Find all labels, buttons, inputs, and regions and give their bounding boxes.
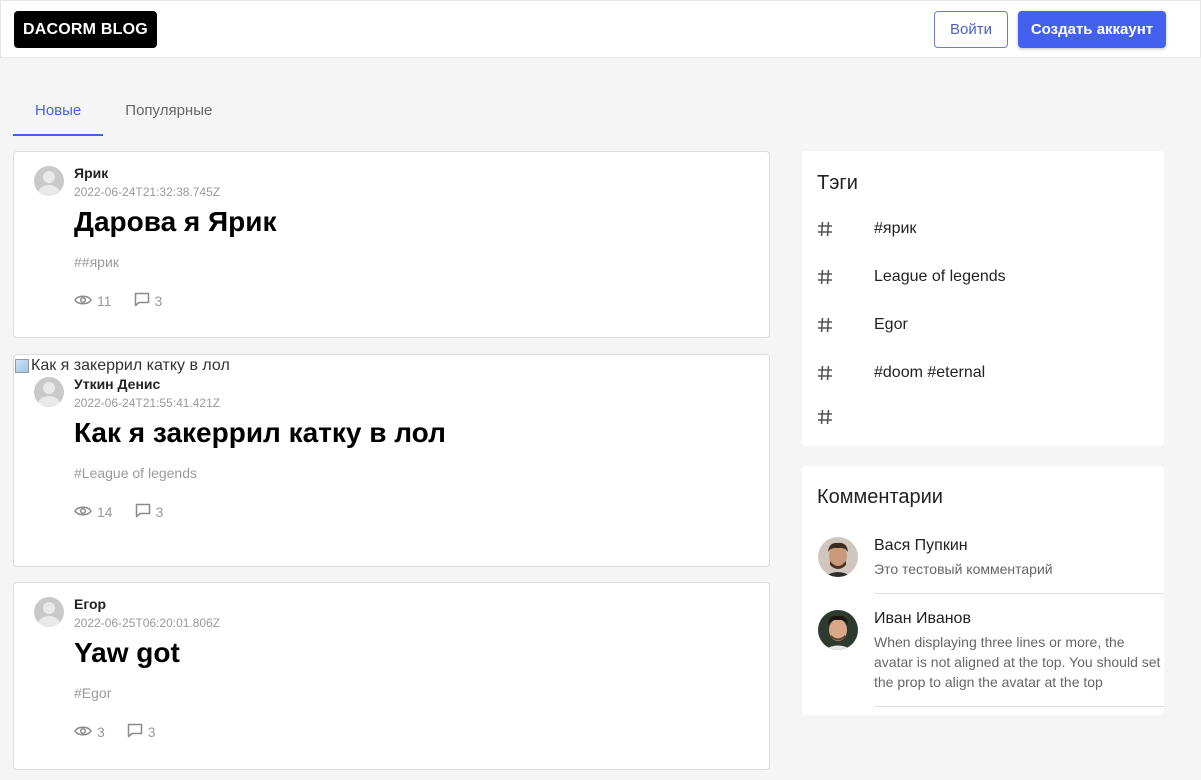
comments-panel-title: Комментарии bbox=[817, 486, 943, 508]
post-title[interactable]: Дарова я Ярик bbox=[14, 204, 769, 240]
post-author: Ярик bbox=[74, 165, 109, 181]
tag-item[interactable]: #doom #eternal bbox=[817, 364, 985, 382]
tag-item[interactable] bbox=[817, 409, 874, 425]
comment-author: Иван Иванов bbox=[874, 610, 971, 627]
comment-bubble-icon bbox=[127, 723, 148, 741]
hash-icon bbox=[817, 317, 874, 333]
post-author: Уткин Денис bbox=[74, 376, 161, 392]
logo[interactable]: DACORM BLOG bbox=[14, 11, 157, 48]
comment-item[interactable]: Иван Иванов When displaying three lines … bbox=[817, 610, 1164, 690]
eye-icon bbox=[74, 724, 97, 740]
comment-item[interactable]: Вася Пупкин Это тестовый комментарий bbox=[817, 537, 1164, 587]
tag-label: Egor bbox=[874, 316, 908, 333]
avatar bbox=[34, 166, 64, 196]
post-meta: 3 3 bbox=[14, 723, 769, 741]
hash-icon bbox=[817, 269, 874, 285]
tab-popular[interactable]: Популярные bbox=[103, 88, 234, 136]
tag-label: #ярик bbox=[874, 220, 917, 237]
post-card[interactable]: Ярик 2022-06-24T21:32:38.745Z Дарова я Я… bbox=[13, 151, 770, 338]
divider bbox=[875, 706, 1164, 707]
post-author-row: Уткин Денис 2022-06-24T21:55:41.421Z bbox=[14, 363, 769, 415]
tag-label: #doom #eternal bbox=[874, 364, 986, 381]
comment-text: When displaying three lines or more, the… bbox=[874, 634, 1161, 690]
post-card[interactable]: Как я закеррил катку в лол Уткин Денис 2… bbox=[13, 354, 770, 567]
comments-count: 3 bbox=[127, 723, 156, 741]
comment-bubble-icon bbox=[135, 503, 156, 521]
avatar bbox=[34, 597, 64, 627]
post-title[interactable]: Как я закеррил катку в лол bbox=[14, 415, 769, 451]
eye-icon bbox=[74, 293, 97, 309]
post-author-row: Егор 2022-06-25T06:20:01.806Z bbox=[14, 583, 769, 635]
tags-panel-title: Тэги bbox=[817, 172, 858, 194]
tag-item[interactable]: Egor bbox=[817, 316, 908, 334]
avatar bbox=[34, 377, 64, 407]
feed-tabs: Новые Популярные bbox=[13, 88, 234, 136]
tag-label: League of legends bbox=[874, 268, 1006, 285]
post-author-row: Ярик 2022-06-24T21:32:38.745Z bbox=[14, 152, 769, 204]
eye-icon bbox=[74, 504, 97, 520]
post-date: 2022-06-25T06:20:01.806Z bbox=[74, 616, 221, 630]
post-tag[interactable]: #Egor bbox=[14, 685, 769, 701]
comments-count: 3 bbox=[134, 292, 162, 310]
hash-icon bbox=[817, 221, 874, 237]
post-author: Егор bbox=[74, 596, 107, 612]
comment-text: Это тестовый комментарий bbox=[874, 561, 1053, 577]
comments-panel: Комментарии Вася Пупкин Это тестовый ком… bbox=[802, 466, 1164, 715]
post-card[interactable]: Егор 2022-06-25T06:20:01.806Z Yaw got #E… bbox=[13, 582, 770, 770]
post-tag[interactable]: ##ярик bbox=[14, 254, 769, 270]
create-account-button[interactable]: Создать аккаунт bbox=[1018, 11, 1166, 48]
views-count: 14 bbox=[74, 504, 113, 520]
login-button[interactable]: Войти bbox=[934, 11, 1008, 48]
post-meta: 14 3 bbox=[14, 503, 769, 521]
hash-icon bbox=[817, 365, 874, 381]
tag-item[interactable]: #ярик bbox=[817, 220, 916, 238]
post-meta: 11 3 bbox=[14, 292, 769, 310]
hash-icon bbox=[817, 409, 874, 425]
tag-item[interactable]: League of legends bbox=[817, 268, 1006, 286]
post-date: 2022-06-24T21:32:38.745Z bbox=[74, 185, 221, 199]
views-count: 11 bbox=[74, 293, 112, 309]
post-tag[interactable]: #League of legends bbox=[14, 465, 769, 481]
tags-panel: Тэги #ярик League of legends Egor #doom … bbox=[802, 151, 1164, 446]
tab-new[interactable]: Новые bbox=[13, 88, 104, 136]
divider bbox=[875, 593, 1164, 594]
post-title[interactable]: Yaw got bbox=[14, 635, 769, 671]
avatar bbox=[818, 537, 858, 577]
avatar bbox=[818, 610, 858, 650]
comment-author: Вася Пупкин bbox=[874, 537, 968, 554]
views-count: 3 bbox=[74, 724, 105, 740]
comments-count: 3 bbox=[135, 503, 163, 521]
app-header: DACORM BLOG Войти Создать аккаунт bbox=[0, 0, 1201, 58]
comment-bubble-icon bbox=[134, 292, 155, 310]
post-date: 2022-06-24T21:55:41.421Z bbox=[74, 396, 221, 410]
